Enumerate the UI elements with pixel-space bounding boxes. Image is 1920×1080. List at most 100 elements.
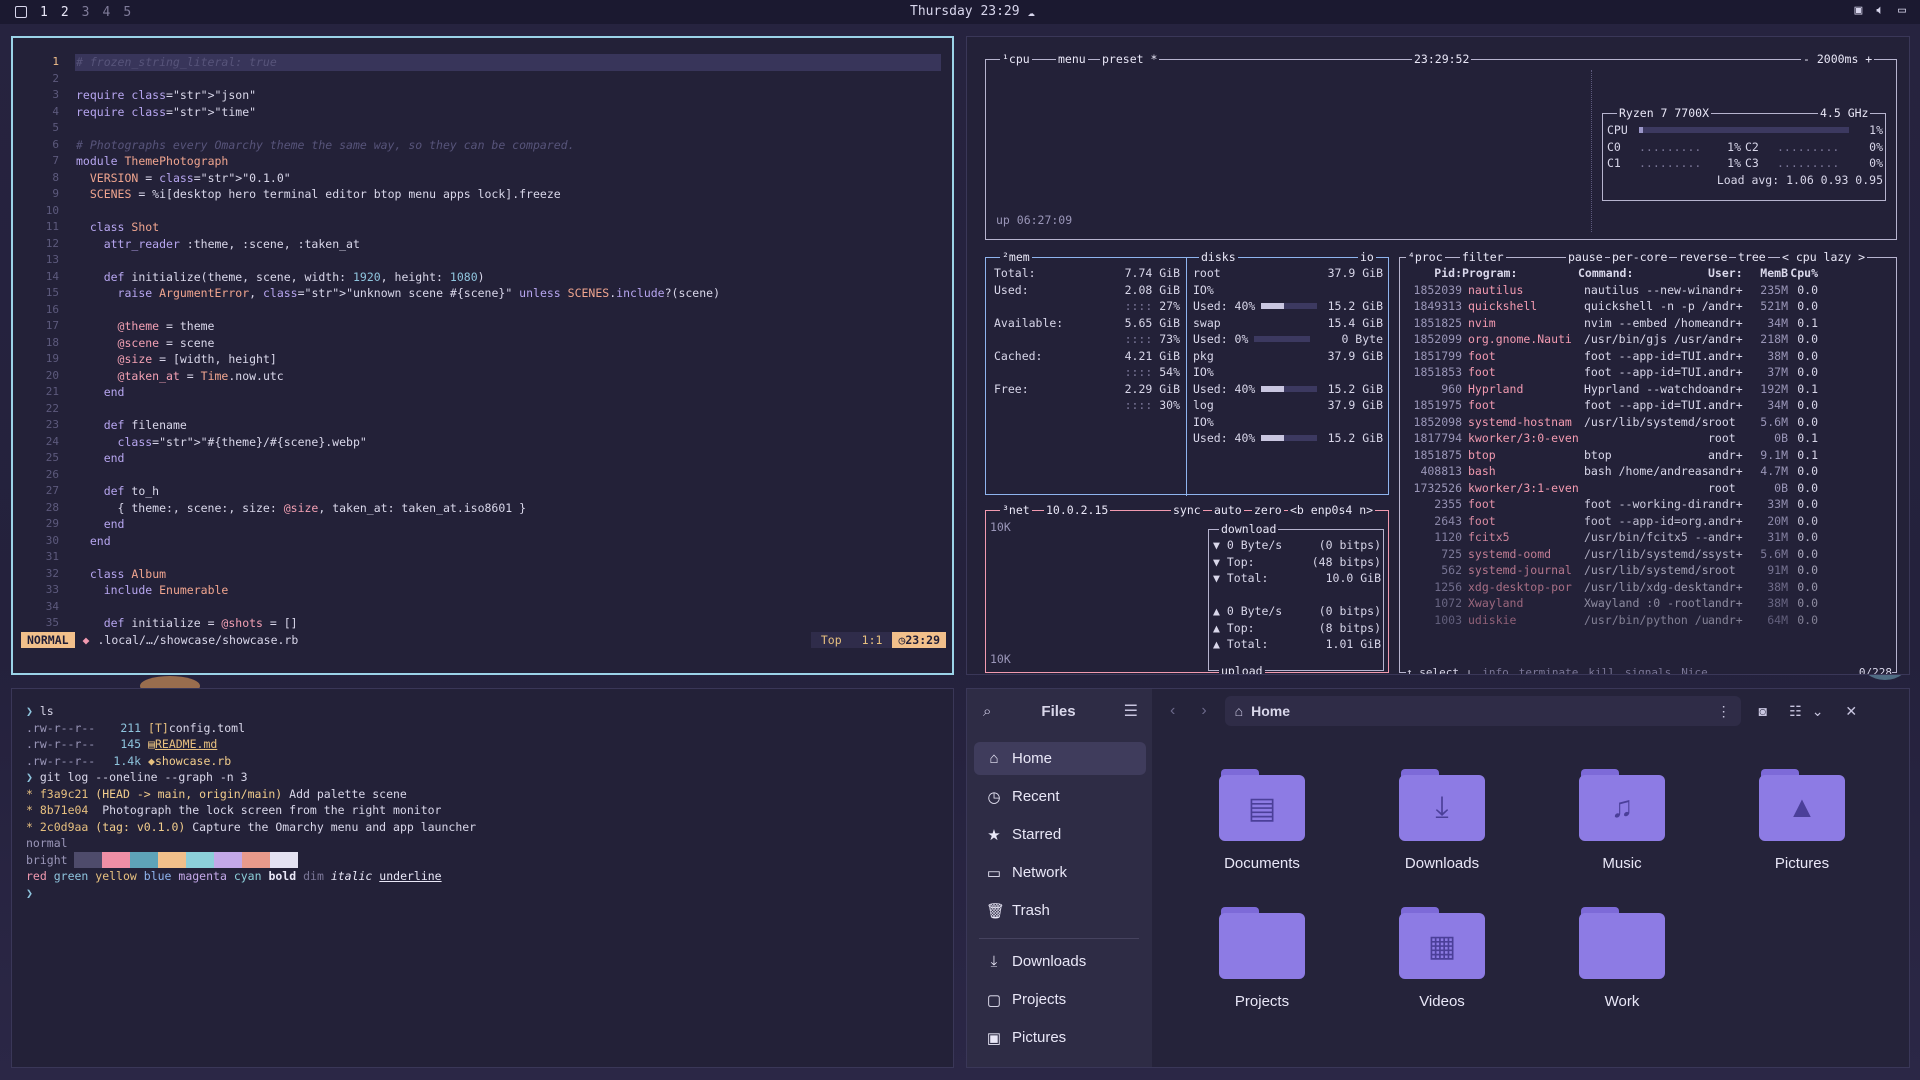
cpu-label[interactable]: ¹cpu bbox=[1000, 51, 1032, 68]
signals-action[interactable]: signals bbox=[1625, 665, 1671, 674]
location-menu-icon[interactable]: ⋮ bbox=[1717, 703, 1731, 720]
proc-row[interactable]: 1849313 quickshell quickshell -n -p / andr+… bbox=[1404, 298, 1892, 315]
proc-cell: 0.0 bbox=[1797, 282, 1818, 297]
btop-window[interactable]: ¹cpu menu preset * 23:29:52 - 2000ms + u… bbox=[966, 36, 1910, 675]
proc-row[interactable]: 2643 foot foot --app-id=org. andr+ 20M 0.0 bbox=[1404, 513, 1892, 530]
nice-action[interactable]: Nice bbox=[1681, 665, 1708, 674]
terminal-output[interactable]: ❯ ls .rw-r--r-- 211 [T]config.toml .rw-r--… bbox=[26, 703, 476, 901]
net-interface[interactable]: <b enp0s4 n> bbox=[1288, 502, 1376, 519]
sidebar-item-network[interactable]: ▭ Network bbox=[974, 856, 1146, 889]
workspace-1[interactable]: 1 bbox=[40, 5, 48, 20]
proc-row[interactable]: 1072 Xwayland Xwayland :0 -rootl andr+ 38M 0.… bbox=[1404, 595, 1892, 612]
volume-icon[interactable]: 🔈︎ bbox=[1876, 3, 1884, 18]
proc-row[interactable]: 960 Hyprland Hyprland --watchdo andr+ 192M 0.… bbox=[1404, 381, 1892, 398]
screenshot-icon[interactable]: ◙ bbox=[1759, 703, 1767, 719]
proc-header-cell[interactable]: Pid: bbox=[1404, 265, 1462, 282]
sidebar-item-trash[interactable]: 🗑︎ Trash bbox=[974, 894, 1146, 927]
net-auto[interactable]: auto bbox=[1212, 502, 1244, 519]
clock[interactable]: Thursday 23:29 bbox=[910, 4, 1020, 19]
proc-row[interactable]: 2355 foot foot --working-dir andr+ 33M 0.0 bbox=[1404, 496, 1892, 513]
sidebar-item-recent[interactable]: ◷ Recent bbox=[974, 780, 1146, 813]
folder-videos[interactable]: ▦ Videos bbox=[1367, 907, 1517, 1027]
workspace-4[interactable]: 4 bbox=[102, 5, 110, 20]
code-buffer[interactable]: # frozen_string_literal: true require cla… bbox=[76, 54, 946, 632]
proc-percore[interactable]: per-core bbox=[1610, 249, 1670, 266]
code-line: class Shot bbox=[89, 220, 160, 234]
proc-header-cell[interactable]: Cpu% bbox=[1788, 265, 1818, 282]
folder-work[interactable]: Work bbox=[1547, 907, 1697, 1027]
disk-value: 15.4 GiB bbox=[1327, 315, 1383, 330]
proc-sort[interactable]: < cpu lazy > bbox=[1780, 249, 1868, 266]
proc-row[interactable]: 562 systemd-journal/usr/lib/systemd/s root… bbox=[1404, 562, 1892, 579]
proc-row[interactable]: 1851875 btop btop andr+ 9.1M 0.1 bbox=[1404, 447, 1892, 464]
net-sync[interactable]: sync bbox=[1171, 502, 1203, 519]
proc-header-cell[interactable]: Program: bbox=[1462, 265, 1578, 282]
proc-row[interactable]: 1817794 kworker/3:0-even root 0B 0.1 bbox=[1404, 430, 1892, 447]
net-zero[interactable]: zero bbox=[1252, 502, 1284, 519]
editor-window[interactable]: 1 2 3 4 5 6 7 8 9 10 11 12 13 14 15 16 17 18 19 20 21 22 23 24 2… bbox=[11, 36, 954, 675]
menu-label[interactable]: menu bbox=[1056, 51, 1088, 68]
sidebar-item-starred[interactable]: ★ Starred bbox=[974, 818, 1146, 851]
bookmark-pictures[interactable]: ▣ Pictures bbox=[974, 1021, 1146, 1054]
proc-row[interactable]: 1851975 foot foot --app-id=TUI. andr+ 34M 0.0 bbox=[1404, 397, 1892, 414]
terminal-window[interactable]: ❯ ls .rw-r--r-- 211 [T]config.toml .rw-r--… bbox=[11, 688, 954, 1068]
proc-row[interactable]: 1851853 foot foot --app-id=TUI. andr+ 37M 0.0 bbox=[1404, 364, 1892, 381]
proc-row[interactable]: 1003 udiskie/usr/bin/python /u andr+ 64M 0.0 bbox=[1404, 612, 1892, 629]
search-icon[interactable]: ⌕ bbox=[983, 703, 991, 720]
folder-pictures[interactable]: ▲ Pictures bbox=[1727, 769, 1877, 889]
proc-row[interactable]: 1256 xdg-desktop-por/usr/lib/xdg-deskt and… bbox=[1404, 579, 1892, 596]
proc-tree[interactable]: tree bbox=[1736, 249, 1768, 266]
core-1-pct: 1% bbox=[1727, 156, 1741, 170]
screen-record-icon[interactable]: ▣ bbox=[1855, 3, 1863, 18]
workspace-3[interactable]: 3 bbox=[82, 5, 90, 20]
mem-key: Total: bbox=[994, 266, 1036, 280]
bookmark-projects[interactable]: ▢ Projects bbox=[974, 983, 1146, 1016]
bookmark-downloads[interactable]: ⤓ Downloads bbox=[974, 945, 1146, 978]
proc-row[interactable]: 1852098 systemd-hostnam/usr/lib/systemd/s… bbox=[1404, 414, 1892, 431]
display-icon[interactable]: ▭ bbox=[1898, 3, 1906, 18]
kill-action[interactable]: kill bbox=[1588, 665, 1615, 674]
hamburger-menu-icon[interactable]: ☰ bbox=[1124, 701, 1138, 721]
forward-icon[interactable]: › bbox=[1201, 702, 1206, 720]
proc-header-cell[interactable]: MemB bbox=[1748, 265, 1788, 282]
folder-projects[interactable]: Projects bbox=[1187, 907, 1337, 1027]
proc-row[interactable]: 1851825 nvim nvim --embed /home andr+ 34M 0.1 bbox=[1404, 315, 1892, 332]
proc-pause[interactable]: pause bbox=[1566, 249, 1605, 266]
location-bar[interactable]: ⌂ Home ⋮ bbox=[1224, 696, 1741, 726]
proc-row[interactable]: 1852099 org.gnome.Nauti/usr/bin/gjs /usr/… bbox=[1404, 331, 1892, 348]
proc-row[interactable]: 1852039 nautilus nautilus --new-win andr+ 23… bbox=[1404, 282, 1892, 299]
io-label[interactable]: io bbox=[1358, 249, 1376, 266]
proc-row[interactable]: 1851799 foot foot --app-id=TUI. andr+ 38M 0.0 bbox=[1404, 348, 1892, 365]
workspace-2[interactable]: 2 bbox=[61, 5, 69, 20]
files-window[interactable]: ⌕ Files ☰ ⌂ Home ◷ Recent ★ Starred ▭ Network 🗑︎… bbox=[966, 688, 1910, 1068]
proc-label[interactable]: ⁴proc bbox=[1406, 249, 1445, 266]
terminate-action[interactable]: terminate bbox=[1519, 665, 1579, 674]
sidebar-item-home[interactable]: ⌂ Home bbox=[974, 742, 1146, 775]
proc-filter[interactable]: filter bbox=[1460, 249, 1506, 266]
info-action[interactable]: info bbox=[1482, 665, 1509, 674]
proc-reverse[interactable]: reverse bbox=[1677, 249, 1730, 266]
folder-documents[interactable]: ▤ Documents bbox=[1187, 769, 1337, 889]
proc-row[interactable]: 1120 fcitx5/usr/bin/fcitx5 -- andr+ 31M 0.0 bbox=[1404, 529, 1892, 546]
select-action[interactable]: ↑ select ↓ bbox=[1406, 665, 1472, 674]
update-interval[interactable]: - 2000ms + bbox=[1801, 51, 1875, 68]
net-label[interactable]: ³net bbox=[1000, 502, 1032, 519]
proc-header-cell[interactable]: Command: bbox=[1578, 265, 1708, 282]
proc-header-cell[interactable]: User: bbox=[1708, 265, 1748, 282]
view-list-icon[interactable]: ☷ bbox=[1789, 703, 1802, 720]
folder-music[interactable]: ♫ Music bbox=[1547, 769, 1697, 889]
back-icon[interactable]: ‹ bbox=[1170, 702, 1175, 720]
preset-label[interactable]: preset * bbox=[1100, 51, 1160, 68]
proc-cell: 562 bbox=[1441, 563, 1462, 577]
folder-downloads[interactable]: ⤓ Downloads bbox=[1367, 769, 1517, 889]
close-icon[interactable]: ✕ bbox=[1845, 703, 1857, 720]
view-options-icon[interactable]: ⌄ bbox=[1812, 703, 1824, 720]
workspace-5[interactable]: 5 bbox=[123, 5, 131, 20]
omarchy-menu-icon[interactable] bbox=[15, 6, 27, 18]
proc-row[interactable]: 408813 bash bash /home/andreas andr+ 4.7M 0.0 bbox=[1404, 463, 1892, 480]
disks-label[interactable]: disks bbox=[1199, 249, 1238, 266]
proc-row[interactable]: 1732526 kworker/3:1-even root 0B 0.0 bbox=[1404, 480, 1892, 497]
process-table[interactable]: Pid: Program: Command: User: MemB Cpu% 1852039… bbox=[1404, 265, 1892, 628]
mem-label[interactable]: ²mem bbox=[1000, 249, 1032, 266]
proc-row[interactable]: 725 systemd-oomd/usr/lib/systemd/s syst+ 5.… bbox=[1404, 546, 1892, 563]
